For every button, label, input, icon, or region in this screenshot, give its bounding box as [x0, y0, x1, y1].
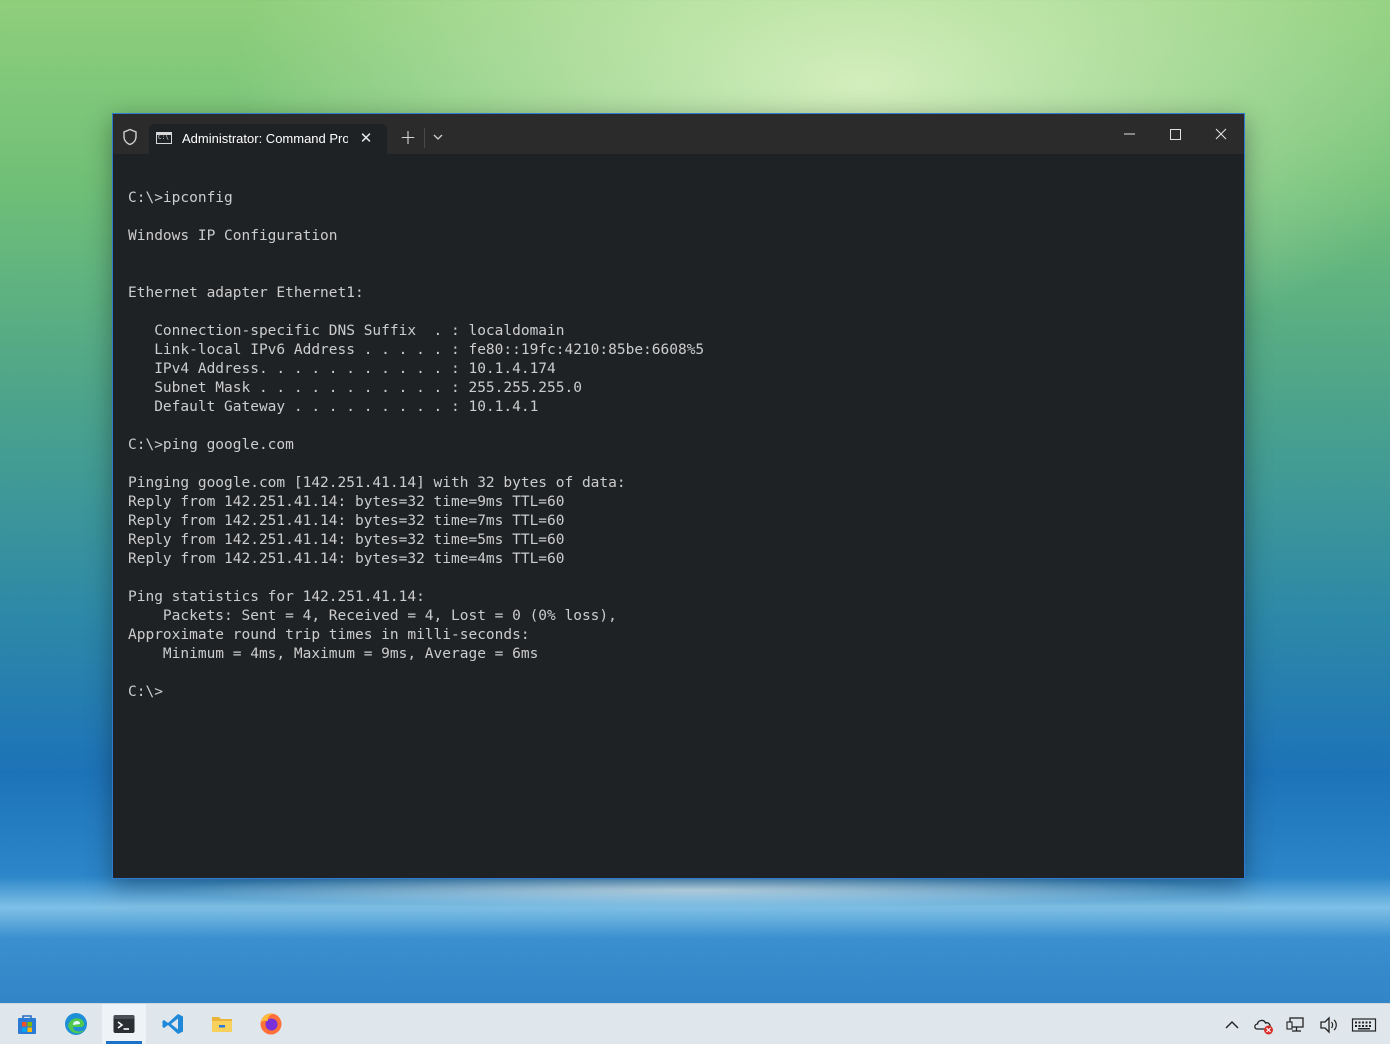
console-line: Pinging google.com [142.251.41.14] with …	[128, 475, 626, 491]
vscode-icon	[162, 1014, 183, 1034]
firefox-icon	[260, 1013, 282, 1035]
console-output[interactable]: C:\>ipconfig Windows IP Configuration Et…	[128, 189, 704, 702]
console-line: Reply from 142.251.41.14: bytes=32 time=…	[128, 551, 565, 567]
minimize-button[interactable]	[1109, 120, 1149, 148]
console-line: Approximate round trip times in milli-se…	[128, 627, 530, 643]
tab-separator	[424, 128, 425, 148]
console-line: Link-local IPv6 Address . . . . . : fe80…	[128, 342, 705, 358]
taskbar	[0, 1003, 1390, 1044]
console-line: Windows IP Configuration	[128, 228, 338, 244]
console-line: Reply from 142.251.41.14: bytes=32 time=…	[128, 494, 565, 510]
keyboard-icon[interactable]	[1351, 1014, 1377, 1036]
shield-icon	[123, 128, 137, 146]
console-line: Ethernet adapter Ethernet1:	[128, 285, 364, 301]
close-window-button[interactable]	[1201, 120, 1241, 148]
console-line: Default Gateway . . . . . . . . . : 10.1…	[128, 399, 539, 415]
maximize-button[interactable]	[1155, 120, 1195, 148]
console-line: C:\>ping google.com	[128, 437, 294, 453]
cmd-icon: C:\	[156, 132, 172, 144]
console-line: Minimum = 4ms, Maximum = 9ms, Average = …	[128, 646, 539, 662]
volume-icon[interactable]	[1318, 1014, 1340, 1036]
console-line: Subnet Mask . . . . . . . . . . . : 255.…	[128, 380, 582, 396]
chevron-down-icon[interactable]	[431, 129, 445, 145]
tab-close-icon[interactable]: ✕	[358, 129, 374, 147]
console-line: Ping statistics for 142.251.41.14:	[128, 589, 425, 605]
edge-icon	[65, 1013, 87, 1035]
file-explorer-icon	[212, 1017, 232, 1032]
console-line: Reply from 142.251.41.14: bytes=32 time=…	[128, 532, 565, 548]
taskbar-vscode[interactable]	[151, 1004, 195, 1044]
new-tab-button[interactable]: +	[399, 127, 417, 147]
console-line: C:\>ipconfig	[128, 190, 233, 206]
terminal-icon	[113, 1015, 135, 1033]
console-line: C:\>	[128, 684, 163, 700]
taskbar-terminal[interactable]	[102, 1004, 146, 1044]
console-line: Connection-specific DNS Suffix . : local…	[128, 323, 565, 339]
console-line: Packets: Sent = 4, Received = 4, Lost = …	[128, 608, 617, 624]
chevron-up-icon[interactable]	[1223, 1014, 1241, 1036]
taskbar-file-explorer[interactable]	[200, 1004, 244, 1044]
taskbar-store[interactable]	[5, 1004, 49, 1044]
onedrive-error-icon[interactable]	[1253, 1014, 1275, 1036]
tab-title: Administrator: Command Prompt	[182, 131, 348, 146]
taskbar-edge[interactable]	[54, 1004, 98, 1044]
taskbar-firefox[interactable]	[249, 1004, 293, 1044]
title-bar[interactable]: C:\ Administrator: Command Prompt ✕ +	[113, 114, 1244, 154]
network-icon[interactable]	[1286, 1014, 1306, 1036]
tab-command-prompt[interactable]: C:\ Administrator: Command Prompt ✕	[149, 124, 387, 154]
terminal-window[interactable]: C:\ Administrator: Command Prompt ✕ + C:…	[112, 113, 1245, 879]
microsoft-store-icon	[18, 1015, 36, 1034]
console-line: IPv4 Address. . . . . . . . . . . : 10.1…	[128, 361, 556, 377]
console-line: Reply from 142.251.41.14: bytes=32 time=…	[128, 513, 565, 529]
